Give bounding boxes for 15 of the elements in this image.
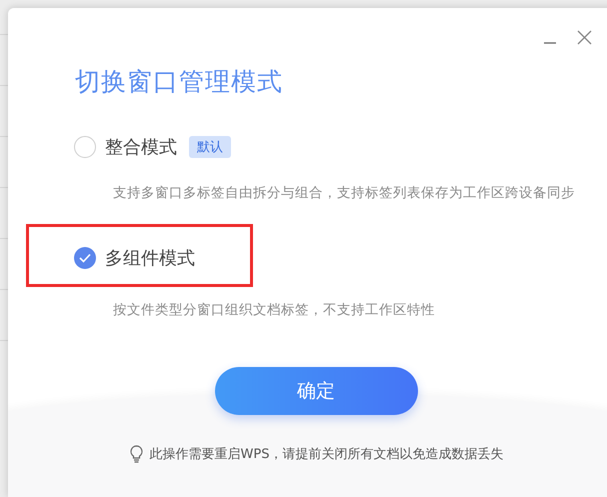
- option-description: 支持多窗口多标签自由拆分与组合，支持标签列表保存为工作区跨设备同步: [112, 184, 575, 202]
- dialog-title: 切换窗口管理模式: [75, 66, 283, 98]
- option-label[interactable]: 整合模式: [105, 135, 177, 159]
- radio-button[interactable]: [74, 136, 96, 158]
- radio-button[interactable]: [74, 247, 96, 269]
- option-label[interactable]: 多组件模式: [105, 246, 195, 270]
- restart-note: 此操作需要重启WPS，请提前关闭所有文档以免造成数据丢失: [150, 446, 504, 463]
- lightbulb-icon: [128, 445, 144, 463]
- default-badge: 默认: [189, 136, 231, 158]
- check-icon: [79, 253, 91, 263]
- option-description: 按文件类型分窗口组织文档标签，不支持工作区特性: [112, 301, 435, 319]
- minimize-icon: [544, 42, 556, 44]
- confirm-button[interactable]: 确定: [214, 367, 418, 415]
- close-button[interactable]: [575, 28, 593, 46]
- close-icon: [576, 30, 592, 44]
